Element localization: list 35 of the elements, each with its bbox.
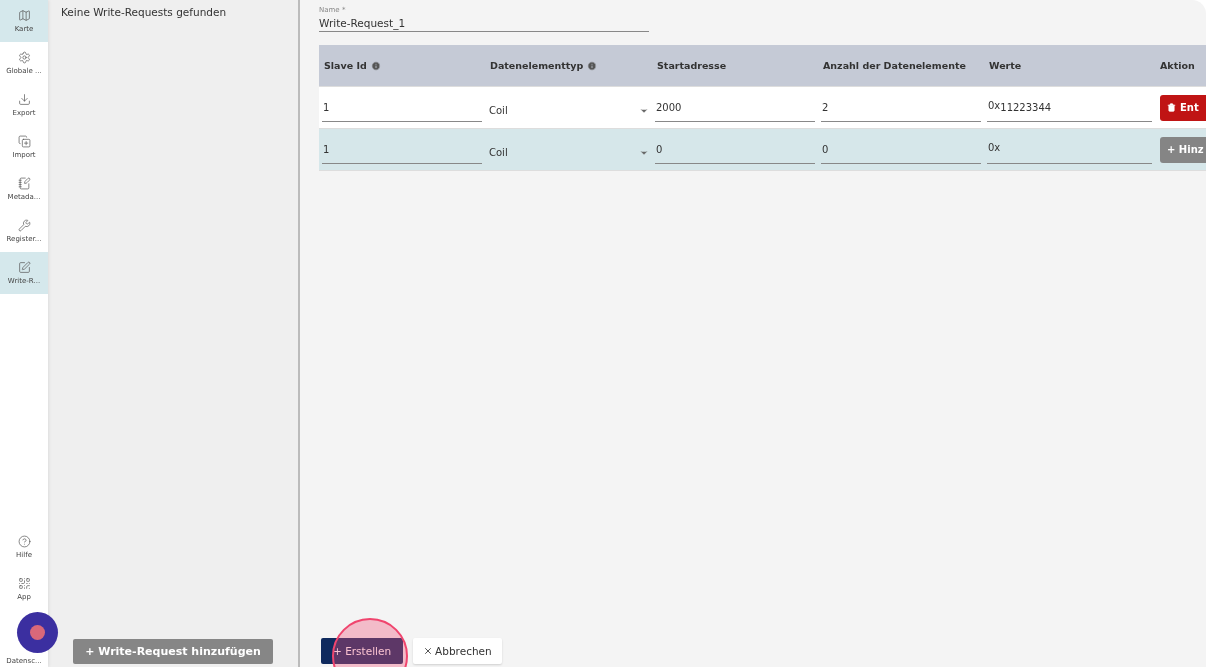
info-icon xyxy=(370,60,381,71)
add-write-request-button[interactable]: + Write-Request hinzufügen xyxy=(73,639,273,664)
edit-icon xyxy=(17,261,31,274)
gear-icon xyxy=(17,51,31,64)
wrench-icon xyxy=(17,219,31,232)
close-icon xyxy=(423,646,434,656)
map-icon xyxy=(17,9,31,22)
qr-code-icon xyxy=(17,577,31,590)
count-field[interactable]: 2 xyxy=(821,93,981,122)
start-address-field[interactable]: 0 xyxy=(655,135,815,164)
trash-icon xyxy=(1167,103,1176,112)
empty-message: Keine Write-Requests gefunden xyxy=(61,6,228,18)
delete-button[interactable]: Ent xyxy=(1160,94,1206,121)
values-field[interactable]: 0x11223344 xyxy=(987,93,1152,122)
count-field[interactable]: 0 xyxy=(821,135,981,164)
type-select[interactable]: Coil xyxy=(488,93,649,122)
help-icon xyxy=(17,535,31,548)
info-icon xyxy=(587,60,598,71)
column-header: Aktion xyxy=(1159,60,1196,71)
slave-id-field[interactable]: 1 xyxy=(322,93,482,122)
column-header: Slave Id xyxy=(319,60,485,71)
notepad-icon xyxy=(17,177,31,190)
values-field[interactable]: 0x xyxy=(987,135,1152,164)
add-button[interactable]: + Hinz xyxy=(1160,136,1206,163)
column-header: Anzahl der Datenelemente xyxy=(822,60,967,71)
column-header: Datenelementtyp xyxy=(485,60,652,71)
column-header: Startadresse xyxy=(656,60,728,71)
create-button[interactable]: + Erstellen xyxy=(321,638,404,664)
type-select[interactable]: Coil xyxy=(488,135,649,164)
start-address-field[interactable]: 2000 xyxy=(655,93,815,122)
column-header: Werte xyxy=(988,60,1023,71)
download-icon xyxy=(17,93,31,106)
slave-id-field[interactable]: 1 xyxy=(322,135,482,164)
add-copy-icon xyxy=(17,135,31,148)
cancel-button[interactable]: Abbrechen xyxy=(413,638,502,664)
